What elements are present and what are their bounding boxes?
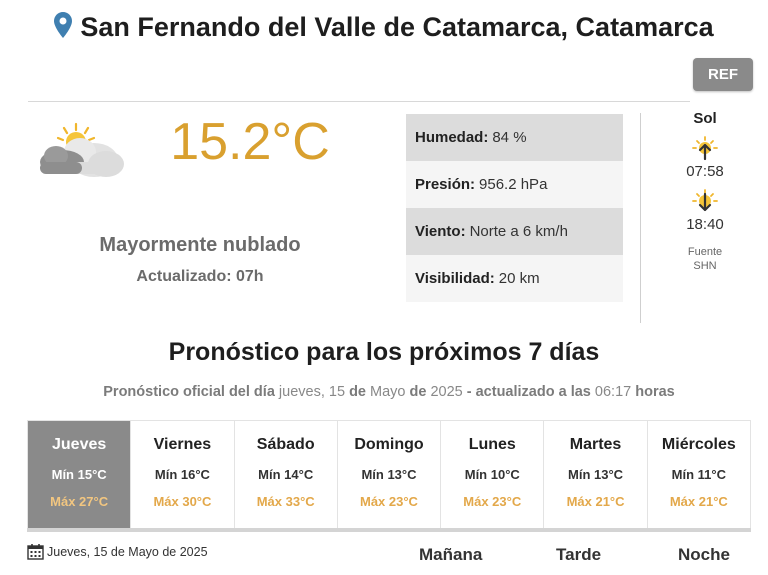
humidity-label: Humedad:: [415, 129, 489, 146]
wind-label: Viento:: [415, 223, 466, 240]
day-max: Máx 21°C: [669, 494, 728, 509]
day-max: Máx 33°C: [256, 494, 315, 509]
sunset-time: 18:40: [686, 216, 724, 233]
day-tab-sabado[interactable]: Sábado Mín 14°C Máx 33°C: [235, 421, 338, 528]
location-name: San Fernando del Valle de Catamarca, Cat…: [80, 12, 714, 42]
day-max: Máx 23°C: [360, 494, 418, 509]
ref-button[interactable]: REF: [693, 58, 753, 91]
day-max: Máx 21°C: [566, 494, 625, 509]
sun-panel: Sol 07:58 18:40 Fuente SHN: [670, 110, 740, 272]
day-tab-jueves[interactable]: Jueves Mín 15°C Máx 27°C: [28, 421, 132, 528]
day-min: Mín 13°C: [568, 467, 624, 482]
subtitle-weekday: jueves, 15: [278, 384, 346, 400]
sunrise-icon: [692, 136, 718, 161]
day-tab-domingo[interactable]: Domingo Mín 13°C Máx 23°C: [338, 421, 442, 528]
subtitle-year: 2025: [430, 384, 463, 400]
subtitle-text: de: [409, 384, 427, 400]
day-name: Domingo: [354, 436, 424, 453]
subtitle-time: 06:17: [594, 384, 632, 400]
source-label: Fuente: [687, 246, 723, 258]
visibility-row: Visibilidad: 20 km: [406, 255, 623, 302]
divider: [640, 113, 641, 323]
partly-cloudy-icon: [40, 122, 124, 177]
forecast-title: Pronóstico para los próximos 7 días: [168, 338, 600, 366]
period-night: Noche: [678, 545, 730, 564]
subtitle-month: Mayo: [370, 384, 406, 400]
pressure-value: 956.2 hPa: [479, 176, 548, 193]
day-max: Máx 23°C: [463, 494, 522, 509]
subtitle-text: - actualizado a las: [466, 384, 591, 400]
updated-time: Actualizado: 07h: [136, 268, 264, 285]
day-name: Viernes: [153, 436, 212, 453]
sunrise-time: 07:58: [686, 163, 724, 180]
current-condition: Mayormente nublado: [99, 234, 301, 256]
calendar-icon: [27, 544, 44, 560]
visibility-value: 20 km: [498, 270, 540, 287]
pressure-label: Presión:: [415, 176, 476, 193]
subtitle-text: Pronóstico oficial del día: [103, 384, 275, 400]
sun-heading: Sol: [693, 110, 717, 127]
day-max: Máx 27°C: [50, 494, 109, 509]
period-morning: Mañana: [419, 545, 483, 564]
wind-row: Viento: Norte a 6 km/h: [406, 208, 623, 255]
divider: [28, 101, 690, 102]
source-name: SHN: [693, 260, 717, 272]
day-min: Mín 16°C: [154, 467, 210, 482]
forecast-subtitle: Pronóstico oficial del día jueves, 15 de…: [0, 384, 768, 400]
day-max: Máx 30°C: [153, 494, 212, 509]
day-min: Mín 15°C: [51, 467, 107, 482]
subtitle-text: horas: [635, 384, 675, 400]
day-name: Jueves: [52, 436, 107, 453]
pressure-row: Presión: 956.2 hPa: [406, 161, 623, 208]
selected-date-label: Jueves, 15 de Mayo de 2025: [47, 544, 208, 559]
humidity-value: 84 %: [492, 129, 527, 146]
day-tab-lunes[interactable]: Lunes Mín 10°C Máx 23°C: [441, 421, 545, 528]
period-afternoon: Tarde: [556, 545, 602, 564]
day-min: Mín 14°C: [258, 467, 314, 482]
day-name: Lunes: [468, 436, 516, 453]
sunset-icon: [692, 189, 718, 212]
subtitle-text: de: [349, 384, 366, 400]
wind-value: Norte a 6 km/h: [469, 223, 568, 240]
visibility-label: Visibilidad:: [415, 270, 495, 287]
humidity-row: Humedad: 84 %: [406, 114, 623, 161]
map-pin-icon: [54, 12, 73, 38]
day-tab-viernes[interactable]: Viernes Mín 16°C Máx 30°C: [131, 421, 235, 528]
selected-date: Jueves, 15 de Mayo de 2025: [27, 543, 208, 560]
day-name: Martes: [569, 436, 622, 453]
day-tab-martes[interactable]: Martes Mín 13°C Máx 21°C: [544, 421, 648, 528]
day-min: Mín 13°C: [361, 467, 417, 482]
day-min: Mín 10°C: [464, 467, 520, 482]
location-title: San Fernando del Valle de Catamarca, Cat…: [0, 12, 768, 43]
current-stats: Humedad: 84 % Presión: 956.2 hPa Viento: No…: [406, 114, 623, 302]
day-name: Miércoles: [661, 436, 736, 453]
day-name: Sábado: [256, 436, 315, 453]
current-temperature: 15.2°C: [170, 113, 330, 171]
day-tab-miercoles[interactable]: Miércoles Mín 11°C Máx 21°C: [648, 421, 750, 528]
day-min: Mín 11°C: [671, 467, 726, 482]
divider: [27, 528, 751, 532]
day-tabs: Jueves Mín 15°C Máx 27°C Viernes Mín 16°…: [27, 420, 751, 528]
